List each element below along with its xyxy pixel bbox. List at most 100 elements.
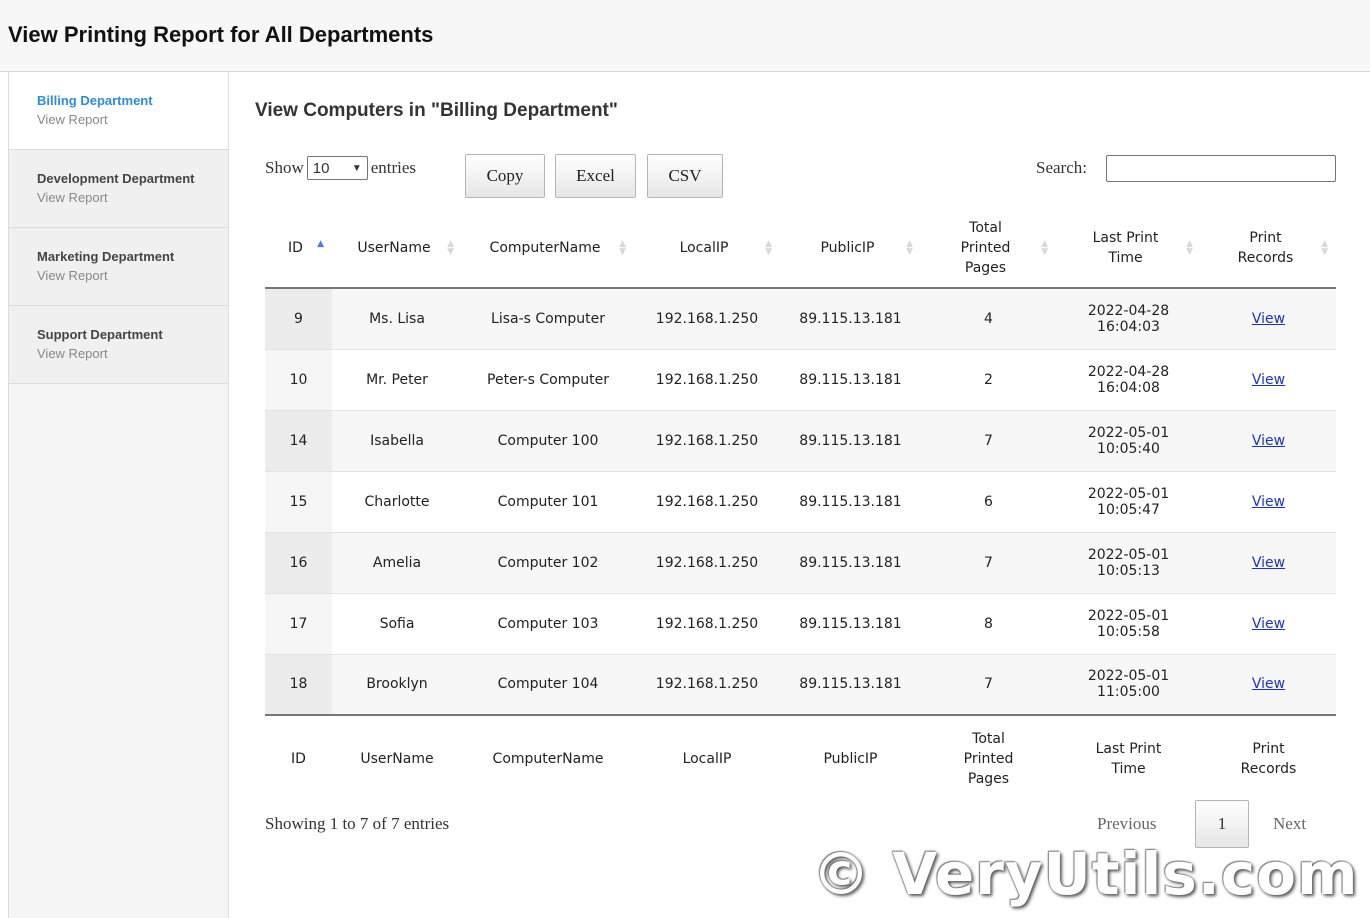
col-header-print-records[interactable]: Print Records ▲ ▼ [1201, 208, 1336, 289]
sidebar-item-label[interactable]: Development Department [37, 171, 194, 186]
sidebar-item-support[interactable]: Support Department View Report [9, 306, 228, 384]
sort-both-icon: ▲ ▼ [1321, 238, 1328, 257]
excel-button[interactable]: Excel [555, 154, 636, 198]
table-row: 16 Amelia Computer 102 192.168.1.250 89.… [265, 531, 1336, 593]
cell-publicip: 89.115.13.181 [780, 653, 921, 715]
cell-localip: 192.168.1.250 [634, 592, 780, 654]
sidebar-item-billing[interactable]: Billing Department View Report [9, 72, 228, 150]
cell-records: View [1201, 288, 1336, 349]
sort-asc-icon: ▲▼ [317, 238, 324, 249]
sidebar-item-label[interactable]: Billing Department [37, 93, 153, 108]
col-header-username[interactable]: UserName ▲ ▼ [332, 208, 462, 289]
view-records-link[interactable]: View [1252, 494, 1285, 510]
search-input[interactable] [1106, 155, 1336, 182]
cell-username: Amelia [332, 531, 462, 593]
sidebar-item-marketing[interactable]: Marketing Department View Report [9, 228, 228, 306]
pagination-next[interactable]: Next [1273, 814, 1306, 834]
sidebar-item-sublabel[interactable]: View Report [37, 190, 108, 205]
sidebar-item-label[interactable]: Marketing Department [37, 249, 174, 264]
view-records-link[interactable]: View [1252, 555, 1285, 571]
cell-records: View [1201, 470, 1336, 532]
entries-select[interactable]: 10 ▼ [306, 156, 368, 180]
table-footer-row: ID UserName ComputerName LocalIP PublicI… [265, 714, 1336, 801]
entries-label: entries [370, 158, 417, 177]
col-header-localip[interactable]: LocalIP ▲ ▼ [634, 208, 780, 289]
cell-username: Ms. Lisa [332, 288, 462, 349]
cell-last-print-time: 2022-04-28 16:04:03 [1056, 288, 1201, 349]
table-row: 10 Mr. Peter Peter-s Computer 192.168.1.… [265, 348, 1336, 410]
sidebar-item-sublabel[interactable]: View Report [37, 346, 108, 361]
col-header-last-print-time[interactable]: Last Print Time ▲ ▼ [1056, 208, 1201, 289]
cell-records: View [1201, 348, 1336, 410]
copy-button[interactable]: Copy [465, 154, 545, 198]
cell-computername: Computer 102 [462, 531, 634, 593]
page-title: View Printing Report for All Departments [8, 22, 434, 47]
cell-publicip: 89.115.13.181 [780, 470, 921, 532]
cell-records: View [1201, 592, 1336, 654]
cell-pages: 7 [921, 409, 1056, 471]
pagination-previous[interactable]: Previous [1097, 814, 1157, 834]
sort-both-icon: ▲ ▼ [906, 238, 913, 257]
cell-id: 16 [265, 531, 332, 593]
table-row: 18 Brooklyn Computer 104 192.168.1.250 8… [265, 653, 1336, 715]
cell-last-print-time: 2022-05-01 10:05:47 [1056, 470, 1201, 532]
cell-id: 18 [265, 653, 332, 715]
cell-pages: 8 [921, 592, 1056, 654]
col-header-publicip[interactable]: PublicIP ▲ ▼ [780, 208, 921, 289]
watermark: © VeryUtils.com [812, 840, 1359, 908]
view-records-link[interactable]: View [1252, 676, 1285, 692]
sort-both-icon: ▲ ▼ [765, 238, 772, 257]
sidebar-item-label[interactable]: Support Department [37, 327, 163, 342]
cell-publicip: 89.115.13.181 [780, 409, 921, 471]
table-row: 15 Charlotte Computer 101 192.168.1.250 … [265, 470, 1336, 532]
cell-computername: Computer 100 [462, 409, 634, 471]
cell-id: 10 [265, 348, 332, 410]
cell-computername: Lisa-s Computer [462, 288, 634, 349]
view-records-link[interactable]: View [1252, 372, 1285, 388]
cell-username: Mr. Peter [332, 348, 462, 410]
sidebar-item-sublabel[interactable]: View Report [37, 112, 108, 127]
col-footer-username: UserName [332, 714, 462, 801]
cell-username: Sofia [332, 592, 462, 654]
cell-publicip: 89.115.13.181 [780, 531, 921, 593]
col-header-computername[interactable]: ComputerName ▲ ▼ [462, 208, 634, 289]
cell-computername: Computer 103 [462, 592, 634, 654]
csv-button[interactable]: CSV [647, 154, 723, 198]
view-records-link[interactable]: View [1252, 433, 1285, 449]
cell-publicip: 89.115.13.181 [780, 288, 921, 349]
cell-computername: Computer 101 [462, 470, 634, 532]
cell-id: 15 [265, 470, 332, 532]
cell-last-print-time: 2022-04-28 16:04:08 [1056, 348, 1201, 410]
sort-both-icon: ▲ ▼ [447, 238, 454, 257]
cell-localip: 192.168.1.250 [634, 348, 780, 410]
cell-records: View [1201, 531, 1336, 593]
col-footer-id: ID [265, 714, 332, 801]
cell-localip: 192.168.1.250 [634, 470, 780, 532]
table-row: 14 Isabella Computer 100 192.168.1.250 8… [265, 409, 1336, 471]
col-header-total-printed-pages[interactable]: Total Printed Pages ▲ ▼ [921, 208, 1056, 289]
table-header-row: ID ▲▼ UserName ▲▼ ComputerName ▲▼ LocalI… [265, 208, 1336, 289]
cell-publicip: 89.115.13.181 [780, 348, 921, 410]
section-heading: View Computers in "Billing Department" [255, 100, 618, 121]
computers-table: ID ▲▼ UserName ▲▼ ComputerName ▲▼ LocalI… [265, 208, 1336, 801]
sort-both-icon: ▲ ▼ [1186, 238, 1193, 257]
page-header: View Printing Report for All Departments [0, 0, 1370, 72]
view-records-link[interactable]: View [1252, 616, 1285, 632]
sort-both-icon: ▲ ▼ [1041, 238, 1048, 257]
cell-pages: 4 [921, 288, 1056, 349]
cell-username: Charlotte [332, 470, 462, 532]
cell-records: View [1201, 409, 1336, 471]
cell-localip: 192.168.1.250 [634, 653, 780, 715]
cell-last-print-time: 2022-05-01 10:05:58 [1056, 592, 1201, 654]
cell-pages: 7 [921, 531, 1056, 593]
table-row: 9 Ms. Lisa Lisa-s Computer 192.168.1.250… [265, 288, 1336, 349]
col-footer-publicip: PublicIP [780, 714, 921, 801]
cell-pages: 6 [921, 470, 1056, 532]
col-header-id[interactable]: ID ▲▼ [265, 208, 332, 289]
sidebar-item-sublabel[interactable]: View Report [37, 268, 108, 283]
cell-last-print-time: 2022-05-01 10:05:13 [1056, 531, 1201, 593]
sidebar-item-development[interactable]: Development Department View Report [9, 150, 228, 228]
cell-id: 14 [265, 409, 332, 471]
view-records-link[interactable]: View [1252, 311, 1285, 327]
cell-computername: Peter-s Computer [462, 348, 634, 410]
